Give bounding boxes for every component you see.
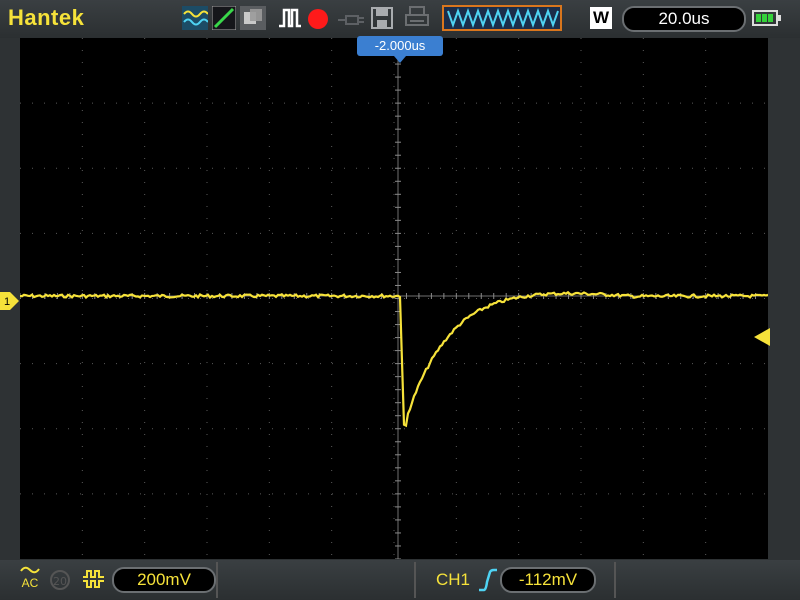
- pulse-icon[interactable]: [278, 6, 302, 30]
- ch1-trace: [19, 290, 769, 428]
- trigger-level-readout[interactable]: -112mV: [500, 567, 596, 593]
- divider: [216, 562, 218, 598]
- trigger-level-marker[interactable]: [752, 328, 770, 346]
- svg-text:1: 1: [4, 296, 10, 308]
- graticule: [19, 37, 769, 560]
- brand-logo: Hantek: [8, 5, 85, 30]
- waveform-display[interactable]: [19, 37, 769, 560]
- invert-icon[interactable]: [82, 569, 106, 589]
- rising-edge-icon[interactable]: [478, 568, 498, 592]
- coupling-indicator[interactable]: AC: [20, 565, 40, 589]
- memory-waveform-icon: [447, 8, 559, 28]
- bw-limit-indicator[interactable]: 20: [50, 570, 70, 590]
- trigger-position-marker[interactable]: -2.000us: [357, 36, 443, 63]
- trigger-source[interactable]: CH1: [436, 570, 470, 590]
- mode-indicator: W: [590, 7, 612, 29]
- volts-per-div-readout[interactable]: 200mV: [112, 567, 216, 593]
- print-icon[interactable]: [404, 6, 430, 30]
- divider: [614, 562, 616, 598]
- ac-coupling-icon: [20, 566, 40, 574]
- save-icon[interactable]: [370, 6, 394, 30]
- persist-icon[interactable]: [240, 6, 266, 30]
- ch1-level-marker[interactable]: 1: [0, 292, 20, 310]
- coupling-label: AC: [21, 576, 39, 590]
- divider: [414, 562, 416, 598]
- memory-overview[interactable]: [442, 5, 562, 31]
- probe-icon: [338, 15, 364, 25]
- line-icon[interactable]: [212, 6, 236, 30]
- waveform-icon[interactable]: [182, 6, 208, 30]
- record-icon[interactable]: [306, 6, 330, 30]
- timebase-readout[interactable]: 20.0us: [622, 6, 746, 32]
- battery-icon: [752, 10, 781, 26]
